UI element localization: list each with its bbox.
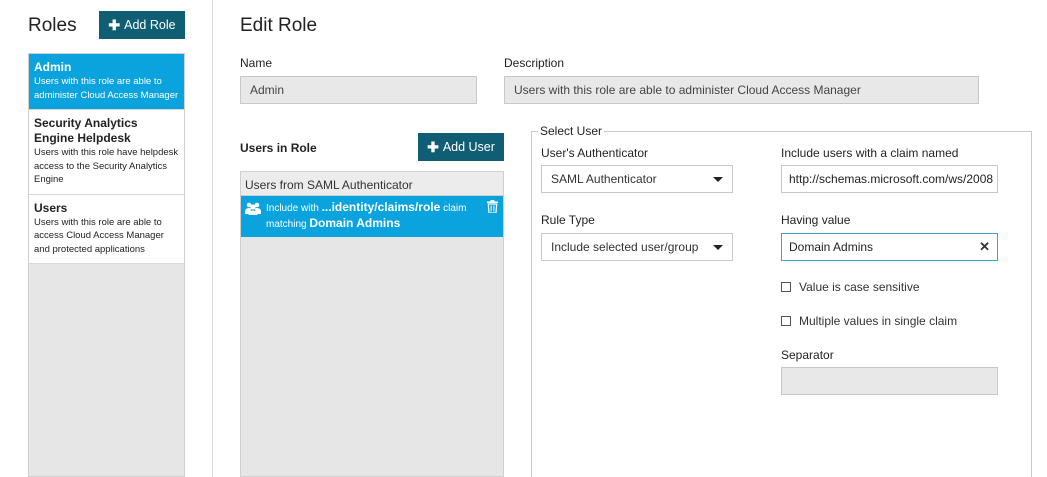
users-icon bbox=[245, 202, 261, 220]
authenticator-label: User's Authenticator bbox=[541, 146, 649, 160]
users-group-header: Users from SAML Authenticator bbox=[241, 172, 503, 196]
plus-icon: ✚ bbox=[427, 138, 439, 155]
user-rule-item[interactable]: Include with ...identity/claims/role cla… bbox=[241, 196, 503, 237]
users-in-role-label: Users in Role bbox=[240, 141, 317, 155]
add-role-label: Add Role bbox=[124, 18, 176, 32]
having-value-input[interactable]: Domain Admins ✕ bbox=[781, 233, 998, 261]
trash-icon[interactable] bbox=[487, 200, 498, 218]
separator-input[interactable] bbox=[781, 367, 998, 395]
add-user-label: Add User bbox=[442, 140, 495, 154]
case-sensitive-label: Value is case sensitive bbox=[799, 280, 920, 294]
rule-claim: ...identity/claims/role bbox=[321, 200, 441, 214]
rule-value: Domain Admins bbox=[309, 216, 401, 230]
authenticator-value: SAML Authenticator bbox=[551, 172, 657, 186]
chevron-down-icon bbox=[713, 244, 723, 250]
role-description: Users with this role are able to access … bbox=[34, 216, 164, 255]
users-in-role-list: Users from SAML Authenticator Include wi… bbox=[240, 171, 504, 477]
having-value-value: Domain Admins bbox=[789, 240, 874, 254]
chevron-down-icon bbox=[713, 176, 723, 182]
page-title: Edit Role bbox=[240, 15, 318, 36]
rule-mid: claim bbox=[443, 203, 467, 214]
role-list: Admin Users with this role are able to a… bbox=[28, 53, 185, 477]
having-value-label: Having value bbox=[781, 213, 851, 227]
panel-divider bbox=[212, 0, 213, 477]
case-sensitive-checkbox[interactable] bbox=[781, 282, 791, 292]
claim-name-input[interactable]: http://schemas.microsoft.com/ws/2008 bbox=[781, 165, 998, 193]
authenticator-select[interactable]: SAML Authenticator bbox=[541, 165, 733, 193]
role-description: Users with this role have helpdesk acces… bbox=[34, 147, 179, 185]
rule-matching: matching bbox=[266, 219, 307, 230]
name-label: Name bbox=[240, 56, 273, 70]
claim-name-label: Include users with a claim named bbox=[781, 146, 959, 160]
add-user-button[interactable]: ✚ Add User bbox=[418, 133, 504, 161]
rule-type-value: Include selected user/group bbox=[551, 240, 699, 254]
select-user-legend: Select User bbox=[538, 124, 605, 138]
name-field[interactable]: Admin bbox=[240, 76, 477, 104]
description-field[interactable]: Users with this role are able to adminis… bbox=[504, 76, 979, 104]
role-item-admin[interactable]: Admin Users with this role are able to a… bbox=[29, 54, 184, 110]
separator-label: Separator bbox=[781, 348, 834, 362]
multiple-values-label: Multiple values in single claim bbox=[799, 314, 958, 328]
role-item-security-analytics-helpdesk[interactable]: Security Analytics Engine Helpdesk Users… bbox=[29, 110, 184, 195]
role-description: Users with this role are able to adminis… bbox=[34, 76, 179, 101]
multiple-values-checkbox[interactable] bbox=[781, 316, 791, 326]
multiple-values-row: Multiple values in single claim bbox=[781, 314, 957, 328]
role-name: Users bbox=[34, 200, 68, 215]
rule-prefix: Include with bbox=[266, 203, 319, 214]
plus-icon: ✚ bbox=[108, 16, 121, 33]
rule-type-label: Rule Type bbox=[541, 213, 595, 227]
user-rule-text: Include with ...identity/claims/role cla… bbox=[266, 200, 486, 232]
rule-type-select[interactable]: Include selected user/group bbox=[541, 233, 733, 261]
roles-title: Roles bbox=[28, 15, 77, 36]
role-name: Security Analytics Engine Helpdesk bbox=[34, 116, 138, 145]
clear-icon[interactable]: ✕ bbox=[979, 239, 990, 255]
role-name: Admin bbox=[34, 60, 72, 74]
role-item-users[interactable]: Users Users with this role are able to a… bbox=[29, 194, 184, 264]
claim-name-value: http://schemas.microsoft.com/ws/2008 bbox=[789, 172, 994, 186]
add-role-button[interactable]: ✚ Add Role bbox=[99, 11, 185, 39]
case-sensitive-row: Value is case sensitive bbox=[781, 280, 920, 294]
description-label: Description bbox=[504, 56, 565, 70]
